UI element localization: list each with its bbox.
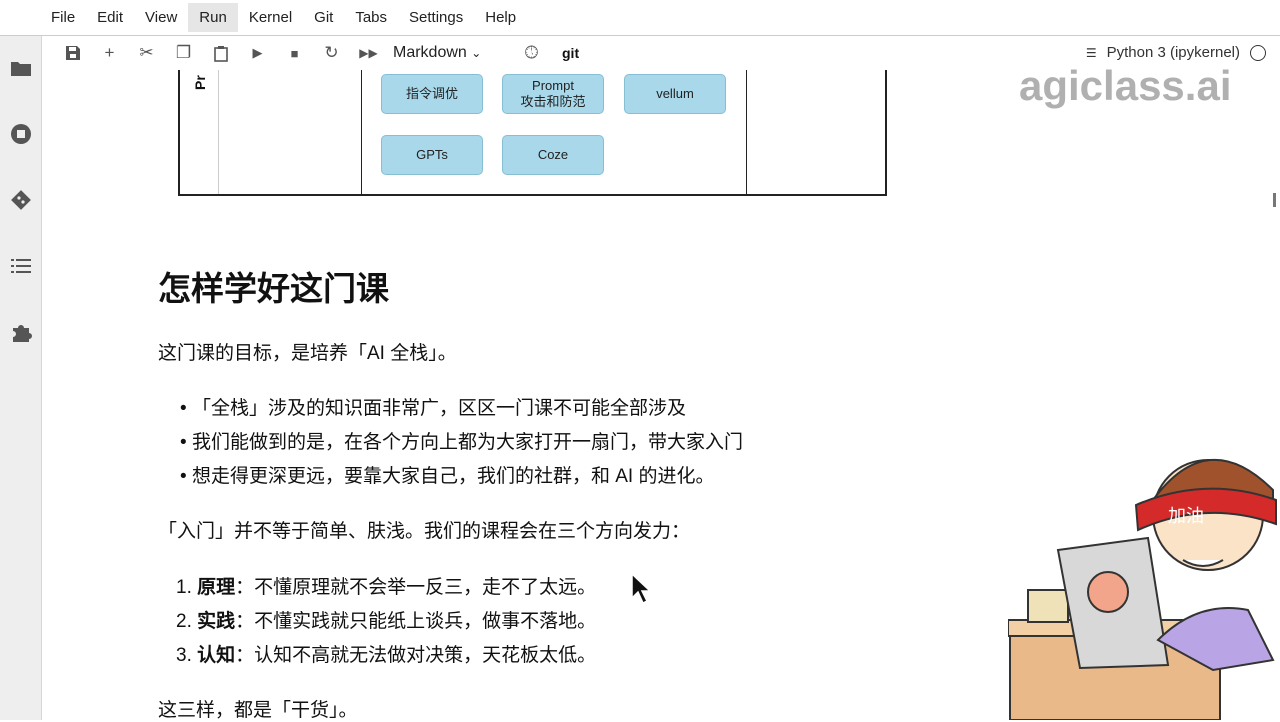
- scrollbar-thumb[interactable]: [1273, 193, 1276, 207]
- diagram-divider: [218, 70, 219, 194]
- item-number: 3.: [176, 645, 192, 666]
- item-text: ：认知不高就无法做对决策，天花板太低。: [235, 645, 597, 666]
- menu-view[interactable]: View: [134, 3, 188, 32]
- menu-file[interactable]: File: [40, 3, 86, 32]
- cut-icon[interactable]: ✂: [128, 43, 165, 63]
- kernel-idle-icon: [1250, 44, 1266, 61]
- menu-bar: File Edit View Run Kernel Git Tabs Setti…: [0, 0, 1280, 36]
- git-button[interactable]: git: [562, 45, 579, 61]
- diagram-pill: Prompt 攻击和防范: [502, 74, 604, 114]
- course-diagram: Pr 指令调优 Prompt 攻击和防范 vellum GPTs Coze: [178, 70, 887, 196]
- add-cell-icon[interactable]: +: [91, 43, 128, 63]
- list-item-text: 想走得更深更远，要靠大家自己，我们的社群，和 AI 的进化。: [191, 466, 715, 487]
- list-item-text: 我们能做到的是，在各个方向上都为大家打开一扇门，带大家入门: [191, 432, 743, 453]
- list-item-text: 「全栈」涉及的知识面非常广，区区一门课不可能全部涉及: [191, 398, 686, 419]
- git-icon[interactable]: [9, 188, 33, 212]
- menu-edit[interactable]: Edit: [86, 3, 134, 32]
- kernel-name: Python 3 (ipykernel): [1106, 44, 1240, 61]
- numbered-item: 2. 实践：不懂实践就只能纸上谈兵，做事不落地。: [176, 606, 596, 633]
- watermark: agiclass.ai: [1019, 62, 1232, 109]
- headband-text: 加油: [1168, 506, 1204, 527]
- menu-kernel[interactable]: Kernel: [238, 3, 303, 32]
- menu-settings[interactable]: Settings: [398, 3, 474, 32]
- item-text: ：不懂实践就只能纸上谈兵，做事不落地。: [235, 611, 597, 632]
- numbered-item: 1. 原理：不懂原理就不会举一反三，走不了太远。: [176, 572, 596, 599]
- menu-tabs[interactable]: Tabs: [344, 3, 398, 32]
- mouse-cursor-icon: [631, 572, 652, 605]
- run-icon[interactable]: ▶: [239, 45, 276, 61]
- stop-icon[interactable]: ■: [276, 46, 313, 61]
- diagram-pill: GPTs: [381, 135, 483, 175]
- menu-run[interactable]: Run: [188, 3, 238, 32]
- run-all-icon[interactable]: ▶▶: [350, 46, 387, 60]
- item-number: 2.: [176, 611, 192, 632]
- paste-icon[interactable]: [202, 45, 239, 62]
- running-stop-icon[interactable]: [9, 122, 33, 146]
- diagram-pill: vellum: [624, 74, 726, 114]
- folder-icon[interactable]: [9, 56, 33, 80]
- chevron-down-icon: ⌄: [471, 46, 482, 60]
- menu-git[interactable]: Git: [303, 3, 344, 32]
- restart-icon[interactable]: ↻: [313, 43, 350, 63]
- cell-type-select[interactable]: Markdown ⌄: [393, 44, 513, 62]
- cartoon-illustration: 加油: [1008, 458, 1277, 720]
- paragraph: 这三样，都是「干货」。: [158, 700, 358, 721]
- item-text: ：不懂原理就不会举一反三，走不了太远。: [235, 577, 597, 598]
- list-item: • 想走得更深更远，要靠大家自己，我们的社群，和 AI 的进化。: [180, 466, 715, 487]
- item-number: 1.: [176, 577, 192, 598]
- section-heading: 怎样学好这门课: [158, 270, 389, 307]
- paragraph: 「入门」并不等于简单、肤浅。我们的课程会在三个方向发力：: [158, 521, 691, 542]
- diagram-vertical-label: Pr: [192, 75, 208, 90]
- item-term: 实践: [197, 611, 236, 632]
- item-term: 原理: [197, 577, 236, 598]
- menu-help[interactable]: Help: [474, 3, 527, 32]
- list-item: • 我们能做到的是，在各个方向上都为大家打开一扇门，带大家入门: [180, 432, 743, 453]
- toc-list-icon[interactable]: [9, 254, 33, 278]
- save-icon[interactable]: [54, 45, 91, 61]
- diagram-divider: [361, 70, 362, 194]
- item-term: 认知: [197, 645, 236, 666]
- clock-icon[interactable]: 🕔︎: [513, 43, 550, 63]
- extension-puzzle-icon[interactable]: [9, 321, 33, 345]
- diagram-pill: 指令调优: [381, 74, 483, 114]
- kernel-status[interactable]: ☰ Python 3 (ipykernel): [1086, 44, 1266, 61]
- kernel-settings-icon: ☰: [1085, 45, 1097, 60]
- diagram-divider: [746, 70, 747, 194]
- copy-icon[interactable]: ❐: [165, 43, 202, 63]
- diagram-pill: Coze: [502, 135, 604, 175]
- numbered-item: 3. 认知：认知不高就无法做对决策，天花板太低。: [176, 640, 596, 667]
- list-item: • 「全栈」涉及的知识面非常广，区区一门课不可能全部涉及: [180, 398, 686, 419]
- left-sidebar: [0, 36, 42, 720]
- cell-type-value: Markdown: [393, 44, 467, 61]
- intro-paragraph: 这门课的目标，是培养「AI 全栈」。: [158, 343, 457, 364]
